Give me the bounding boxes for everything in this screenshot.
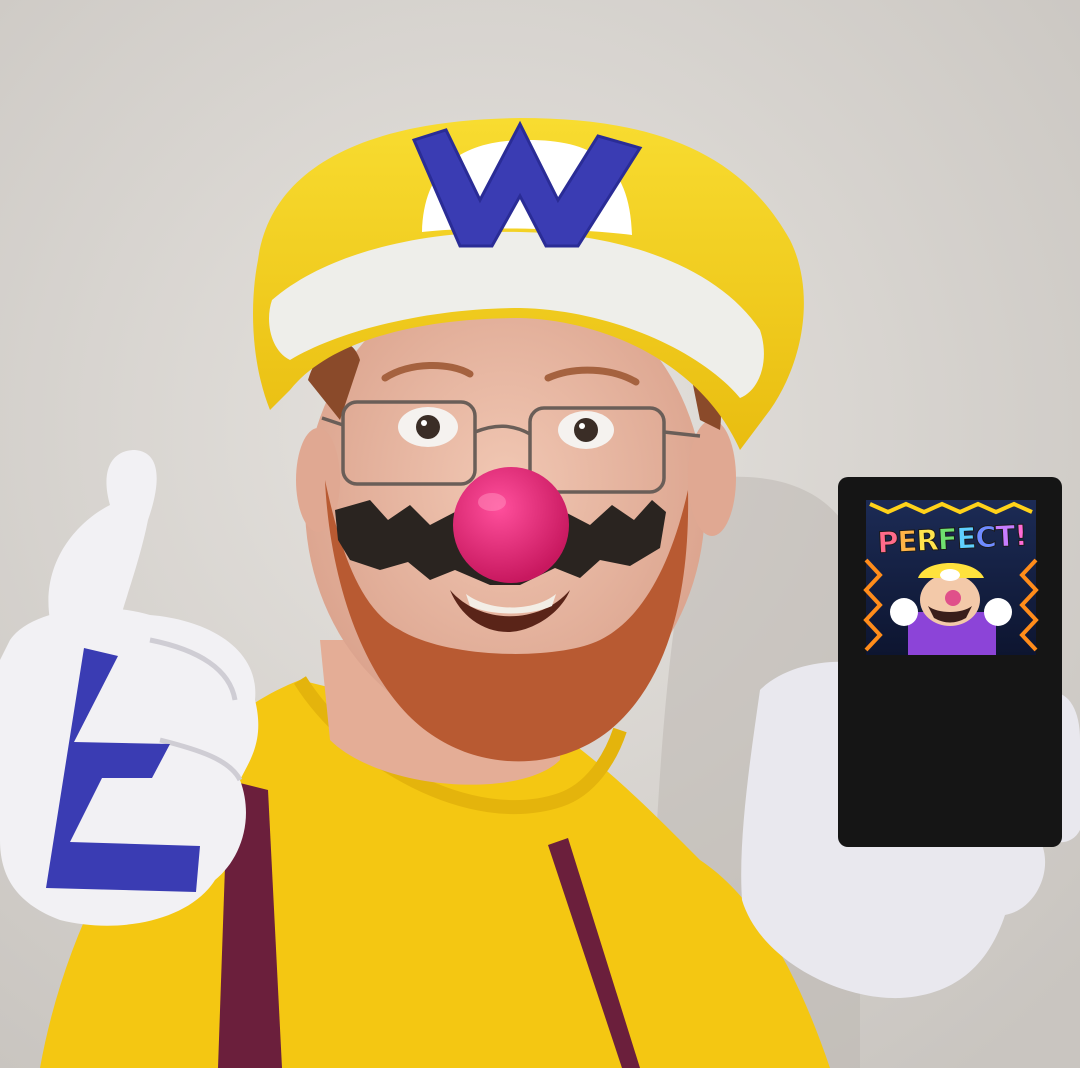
clown-nose xyxy=(453,467,569,583)
photo-scene: PERFECT! xyxy=(0,0,1080,1068)
screen-text-letter: E xyxy=(896,523,918,559)
left-pupil xyxy=(416,415,440,439)
screen-text-letter: T xyxy=(994,518,1016,554)
screen-text-letter: C xyxy=(974,519,997,555)
screen-text-letter: E xyxy=(955,520,977,556)
right-pupil xyxy=(574,418,598,442)
screen-text-letter: ! xyxy=(1013,518,1028,554)
screen-text-letter: P xyxy=(876,524,899,560)
right-ear xyxy=(688,420,736,536)
screen-text-letter: F xyxy=(936,521,958,557)
screen-text-letter: R xyxy=(915,522,939,558)
